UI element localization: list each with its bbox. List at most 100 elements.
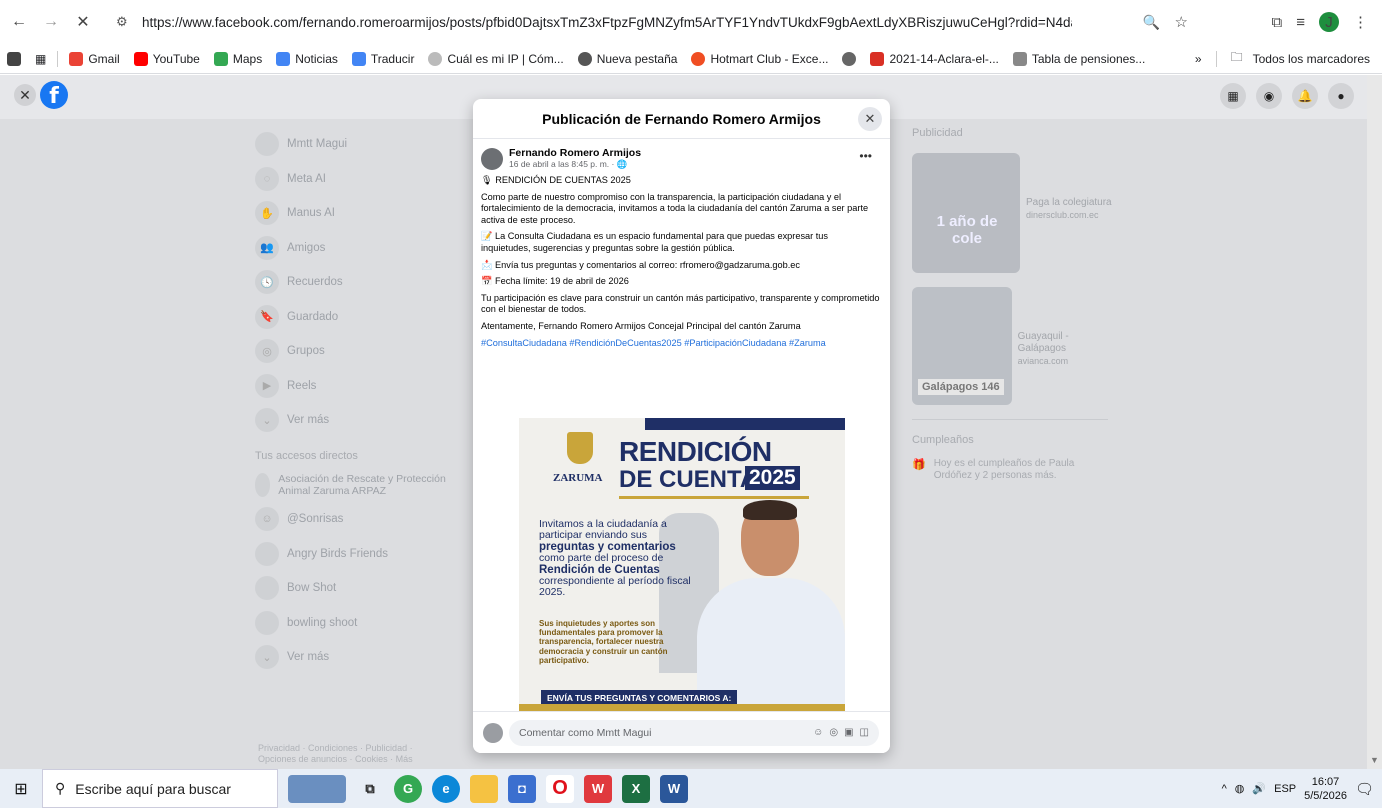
forward-button[interactable]: → bbox=[38, 9, 64, 35]
edge-icon[interactable]: e bbox=[432, 774, 460, 803]
birthday-item[interactable]: 🎁 Hoy es el cumpleaños de Paula Ordóñez … bbox=[912, 458, 1112, 482]
image-band bbox=[645, 418, 845, 430]
task-view-icon[interactable]: ⧉ bbox=[356, 775, 384, 803]
sidebar-item-manus-ai[interactable]: ✋ Manus AI bbox=[255, 196, 455, 231]
wps-icon[interactable]: W bbox=[584, 774, 612, 803]
notifications-icon[interactable]: 🗨 bbox=[1355, 780, 1374, 798]
modal-title: Publicación de Fernando Romero Armijos bbox=[542, 110, 821, 127]
meta-ai-icon: ◌ bbox=[255, 166, 279, 191]
bookmark-maps[interactable]: Maps bbox=[207, 51, 269, 66]
reading-list-icon[interactable]: ≡ bbox=[1296, 14, 1305, 31]
bookmark-traducir[interactable]: Traducir bbox=[345, 51, 422, 66]
post-image[interactable]: ZARUMA RENDICIÓN DE CUENTAS 2025 Invitam… bbox=[519, 418, 845, 711]
messenger-icon[interactable]: ◉ bbox=[1256, 83, 1282, 109]
grid-icon[interactable]: ▦ bbox=[28, 52, 53, 66]
comment-input[interactable]: Comentar como Mmtt Magui ☺ ◎ ▣ ◫ bbox=[509, 719, 879, 746]
divider bbox=[912, 419, 1108, 420]
image-municipality: ZARUMA bbox=[553, 472, 603, 484]
shortcuts-header: Tus accesos directos bbox=[255, 449, 358, 462]
shortcut-bow-shot[interactable]: Bow Shot bbox=[255, 571, 455, 606]
app-icon[interactable]: ◘ bbox=[508, 774, 536, 803]
emoji-icon[interactable]: ☺ bbox=[813, 727, 823, 738]
file-explorer-icon[interactable] bbox=[470, 774, 498, 803]
shortcut-arpaz[interactable]: Asociación de Rescate y Protección Anima… bbox=[255, 468, 455, 503]
ad-card-diners[interactable]: 1 año de cole Paga la colegiatura dinersc… bbox=[912, 153, 1112, 273]
url-text[interactable]: https://www.facebook.com/fernando.romero… bbox=[142, 15, 1072, 30]
extensions-icon[interactable]: ⧉ bbox=[1272, 14, 1283, 31]
bookmark-nueva-pestana[interactable]: Nueva pestaña bbox=[571, 51, 685, 66]
zoom-icon[interactable]: 🔍 bbox=[1143, 14, 1160, 31]
stop-button[interactable]: ✕ bbox=[70, 9, 96, 35]
shortcut-bowling[interactable]: bowling shoot bbox=[255, 606, 455, 641]
menu-icon[interactable]: ⋮ bbox=[1353, 13, 1368, 31]
all-bookmarks-button[interactable]: Todos los marcadores bbox=[1253, 52, 1370, 66]
shortcut-sonrisas[interactable]: ☺ @Sonrisas bbox=[255, 502, 455, 537]
bookmark-gmail[interactable]: Gmail bbox=[62, 51, 126, 66]
sidebar-footer[interactable]: Privacidad · Condiciones · Publicidad · … bbox=[258, 743, 448, 765]
chrome-icon[interactable]: G bbox=[394, 774, 422, 803]
globe-icon: 🌐 bbox=[616, 159, 628, 169]
sidebar-item-recuerdos[interactable]: 🕓 Recuerdos bbox=[255, 265, 455, 300]
hashtags[interactable]: #ConsultaCiudadana #RendiciónDeCuentas20… bbox=[481, 338, 880, 350]
facebook-logo-icon[interactable]: f bbox=[40, 81, 68, 109]
profile-avatar[interactable]: J bbox=[1319, 12, 1339, 32]
person-photo bbox=[697, 500, 845, 711]
excel-icon[interactable]: X bbox=[622, 774, 650, 803]
back-button[interactable]: ← bbox=[6, 9, 32, 35]
scroll-down-icon[interactable]: ▼ bbox=[1370, 755, 1379, 765]
shortcut-angry-birds[interactable]: Angry Birds Friends bbox=[255, 537, 455, 572]
ad-card-avianca[interactable]: Galápagos 146 Guayaquil - Galápagos avian… bbox=[912, 287, 1112, 405]
bookmark-pdf[interactable]: 2021-14-Aclara-el-... bbox=[863, 51, 1005, 66]
saved-icon: 🔖 bbox=[255, 304, 279, 329]
bookmarks-overflow-button[interactable]: » bbox=[1195, 52, 1202, 66]
more-options-icon[interactable]: ••• bbox=[859, 149, 872, 163]
clock[interactable]: 16:07 5/5/2026 bbox=[1304, 775, 1347, 803]
bookmark-pensiones[interactable]: Tabla de pensiones... bbox=[1006, 51, 1152, 66]
sidebar-item-amigos[interactable]: 👥 Amigos bbox=[255, 231, 455, 266]
sidebar-item-meta-ai[interactable]: ◌ Meta AI bbox=[255, 162, 455, 197]
post-paragraph: Como parte de nuestro compromiso con la … bbox=[481, 191, 869, 225]
notifications-icon[interactable]: 🔔 bbox=[1292, 83, 1318, 109]
language-indicator[interactable]: ESP bbox=[1274, 783, 1296, 795]
address-bar[interactable]: ⚙ https://www.facebook.com/fernando.rome… bbox=[108, 7, 1202, 37]
weather-widget-icon[interactable] bbox=[288, 774, 346, 803]
sticker-icon[interactable]: ◫ bbox=[860, 727, 869, 738]
sidebar-item-grupos[interactable]: ◎ Grupos bbox=[255, 334, 455, 369]
bookmark-ip[interactable]: Cuál es mi IP | Cóm... bbox=[421, 51, 570, 66]
friends-icon: 👥 bbox=[255, 235, 279, 260]
taskbar-search[interactable]: ⚲ Escribe aquí para buscar bbox=[42, 769, 278, 808]
chevron-up-icon[interactable]: ^ bbox=[1222, 783, 1227, 795]
gif-icon[interactable]: ▣ bbox=[844, 727, 853, 738]
bookmark-star-icon[interactable]: ☆ bbox=[1175, 13, 1188, 31]
site-info-icon[interactable]: ⚙ bbox=[116, 14, 134, 30]
sidebar-item-profile[interactable]: Mmtt Magui bbox=[255, 127, 455, 162]
page-scrollbar[interactable]: ▼ bbox=[1367, 75, 1382, 769]
ad-site: dinersclub.com.ec bbox=[1026, 210, 1099, 220]
shortcuts-see-more[interactable]: ⌄ Ver más bbox=[255, 640, 455, 675]
bookmark-hotmart[interactable]: Hotmart Club - Exce... bbox=[684, 51, 835, 66]
account-avatar[interactable]: ● bbox=[1328, 83, 1354, 109]
birthdays-header: Cumpleaños bbox=[912, 434, 974, 446]
camera-icon[interactable]: ◎ bbox=[829, 727, 838, 738]
windows-start-icon[interactable]: ⊞ bbox=[0, 769, 42, 808]
taskbar: ⊞ ⚲ Escribe aquí para buscar ⧉ G e ◘ O W… bbox=[0, 769, 1382, 808]
arpaz-icon bbox=[255, 472, 271, 497]
menu-grid-icon[interactable]: ▦ bbox=[1220, 83, 1246, 109]
word-icon[interactable]: W bbox=[660, 774, 688, 803]
volume-icon[interactable]: 🔊 bbox=[1252, 782, 1266, 795]
sidebar-item-reels[interactable]: ▶ Reels bbox=[255, 369, 455, 404]
opera-icon[interactable]: O bbox=[546, 774, 574, 803]
search-icon: ⚲ bbox=[55, 780, 66, 796]
author-name[interactable]: Fernando Romero Armijos bbox=[509, 147, 641, 159]
author-avatar[interactable] bbox=[481, 147, 503, 170]
close-post-icon[interactable]: ✕ bbox=[14, 84, 36, 106]
close-icon[interactable]: ✕ bbox=[858, 107, 882, 131]
bookmark-globe[interactable] bbox=[835, 51, 863, 66]
apps-icon[interactable] bbox=[0, 51, 28, 66]
network-icon[interactable]: ◍ bbox=[1235, 782, 1245, 795]
bookmark-noticias[interactable]: Noticias bbox=[269, 51, 345, 66]
bookmark-youtube[interactable]: YouTube bbox=[127, 51, 207, 66]
post-date[interactable]: 16 de abril a las 8:45 p. m. · bbox=[509, 159, 617, 169]
sidebar-item-guardado[interactable]: 🔖 Guardado bbox=[255, 300, 455, 335]
sidebar-see-more[interactable]: ⌄ Ver más bbox=[255, 403, 455, 438]
